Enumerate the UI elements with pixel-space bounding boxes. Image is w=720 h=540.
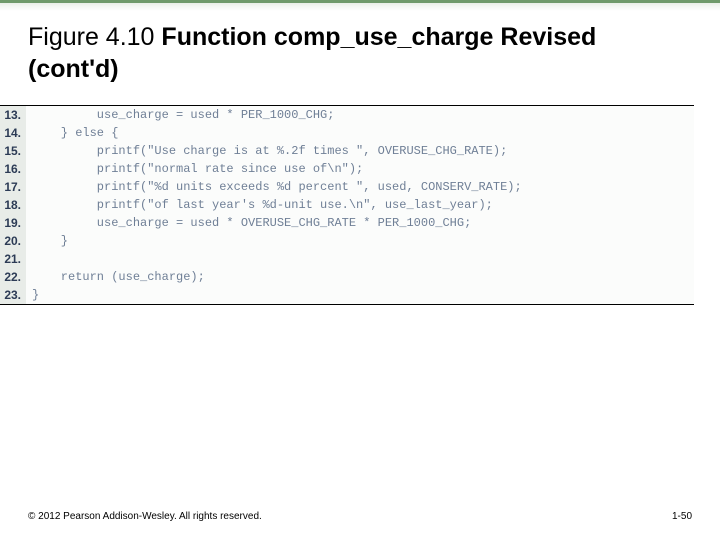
- code-row: 22. return (use_charge);: [0, 268, 694, 286]
- code-text: } else {: [26, 124, 694, 142]
- line-number: 13.: [0, 106, 26, 124]
- slide: Figure 4.10 Function comp_use_charge Rev…: [0, 0, 720, 540]
- title-block: Figure 4.10 Function comp_use_charge Rev…: [0, 3, 720, 99]
- line-number: 15.: [0, 142, 26, 160]
- code-row: 23.}: [0, 286, 694, 304]
- code-panel: 13. use_charge = used * PER_1000_CHG;14.…: [0, 105, 694, 305]
- copyright-text: © 2012 Pearson Addison-Wesley. All right…: [28, 511, 262, 522]
- code-row: 14. } else {: [0, 124, 694, 142]
- code-text: [26, 250, 694, 268]
- code-text: printf("of last year's %d-unit use.\n", …: [26, 196, 694, 214]
- code-row: 16. printf("normal rate since use of\n")…: [0, 160, 694, 178]
- line-number: 21.: [0, 250, 26, 268]
- line-number: 19.: [0, 214, 26, 232]
- line-number: 22.: [0, 268, 26, 286]
- figure-title: Figure 4.10 Function comp_use_charge Rev…: [28, 21, 692, 85]
- code-row: 13. use_charge = used * PER_1000_CHG;: [0, 106, 694, 124]
- line-number: 20.: [0, 232, 26, 250]
- line-number: 23.: [0, 286, 26, 304]
- code-row: 15. printf("Use charge is at %.2f times …: [0, 142, 694, 160]
- figure-prefix: Figure 4.10: [28, 23, 161, 51]
- line-number: 16.: [0, 160, 26, 178]
- code-row: 17. printf("%d units exceeds %d percent …: [0, 178, 694, 196]
- code-text: return (use_charge);: [26, 268, 694, 286]
- code-row: 20. }: [0, 232, 694, 250]
- code-text: printf("Use charge is at %.2f times ", O…: [26, 142, 694, 160]
- code-row: 19. use_charge = used * OVERUSE_CHG_RATE…: [0, 214, 694, 232]
- code-text: printf("%d units exceeds %d percent ", u…: [26, 178, 694, 196]
- code-row: 21.: [0, 250, 694, 268]
- code-row: 18. printf("of last year's %d-unit use.\…: [0, 196, 694, 214]
- code-text: }: [26, 232, 694, 250]
- code-text: use_charge = used * PER_1000_CHG;: [26, 106, 694, 124]
- line-number: 17.: [0, 178, 26, 196]
- code-text: printf("normal rate since use of\n");: [26, 160, 694, 178]
- code-text: use_charge = used * OVERUSE_CHG_RATE * P…: [26, 214, 694, 232]
- line-number: 18.: [0, 196, 26, 214]
- page-number: 1-50: [672, 511, 692, 522]
- code-text: }: [26, 286, 694, 304]
- footer: © 2012 Pearson Addison-Wesley. All right…: [28, 511, 692, 522]
- line-number: 14.: [0, 124, 26, 142]
